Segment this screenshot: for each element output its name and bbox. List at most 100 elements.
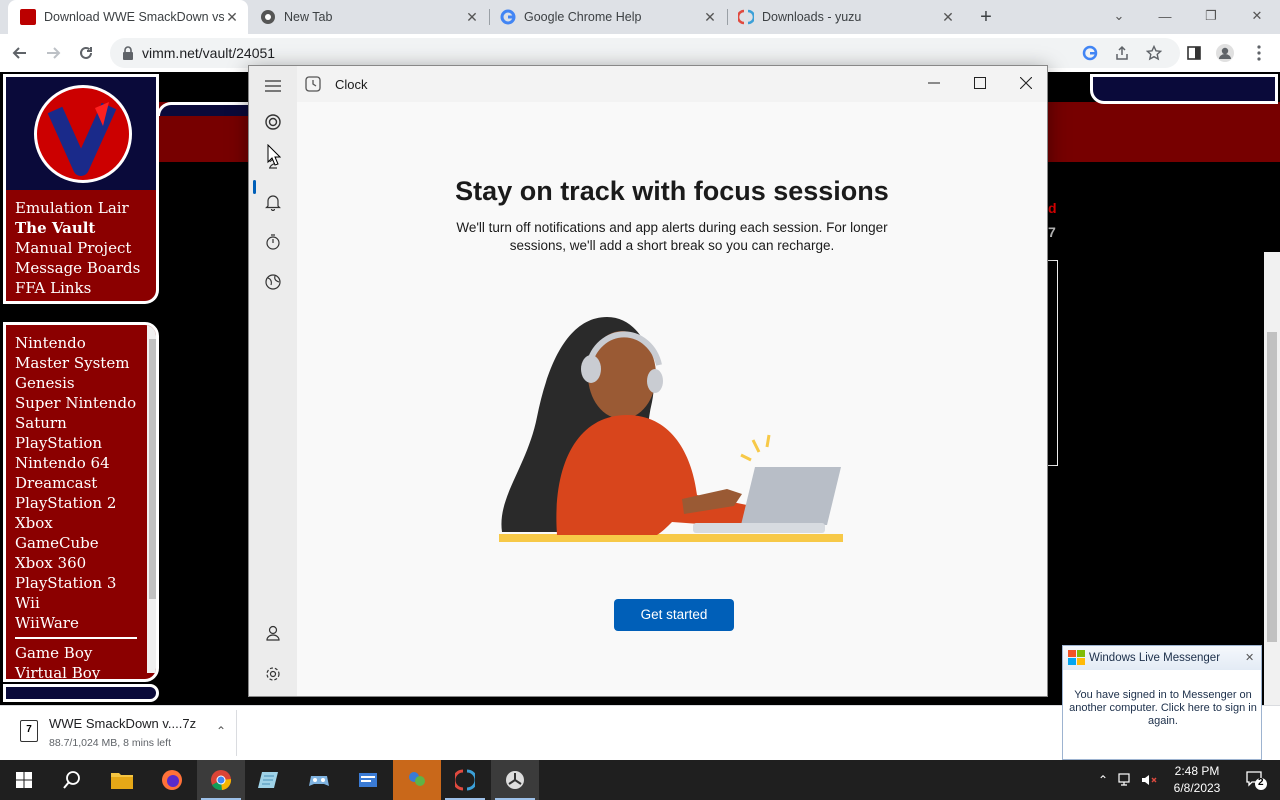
nav-link-ffa-links[interactable]: FFA Links	[15, 278, 156, 298]
clock-title-bar: Clock	[249, 66, 1047, 102]
system-link[interactable]: Genesis	[15, 373, 156, 393]
system-link[interactable]: GameCube	[15, 533, 156, 553]
scrollbar-thumb[interactable]	[149, 339, 156, 599]
yuzu-taskbar-icon[interactable]	[441, 760, 489, 800]
windows-live-logo-icon	[1068, 650, 1086, 666]
side-panel-icon[interactable]	[1184, 43, 1204, 63]
address-bar[interactable]: vimm.net/vault/24051	[110, 38, 1180, 68]
tab-smackdown[interactable]: Download WWE SmackDown vs. ✕	[8, 0, 248, 34]
tab-title: Google Chrome Help	[524, 10, 642, 24]
back-button[interactable]	[9, 42, 31, 64]
tab-title: New Tab	[284, 10, 333, 24]
scrollbar-thumb[interactable]	[1267, 332, 1277, 642]
clock-time: 2:48 PM	[1174, 764, 1220, 778]
close-tab-icon[interactable]: ✕	[224, 9, 240, 25]
search-icon[interactable]	[48, 760, 96, 800]
lock-icon[interactable]	[122, 46, 134, 60]
download-divider	[236, 710, 237, 756]
system-link[interactable]: Nintendo 64	[15, 453, 156, 473]
notepad-app-icon[interactable]	[245, 760, 293, 800]
file-explorer-icon[interactable]	[98, 760, 146, 800]
system-link[interactable]: Xbox	[15, 513, 156, 533]
new-tab-button[interactable]: +	[975, 7, 997, 29]
clock-close-button[interactable]	[1003, 66, 1049, 100]
share-icon[interactable]	[1112, 43, 1132, 63]
system-link[interactable]: Virtual Boy	[15, 663, 156, 679]
world-clock-icon[interactable]	[257, 266, 289, 298]
tab-new-tab[interactable]: New Tab ✕	[250, 0, 488, 34]
tab-search-icon[interactable]: ⌄	[1096, 0, 1142, 32]
volume-muted-icon[interactable]	[1141, 772, 1157, 788]
system-link[interactable]: Dreamcast	[15, 473, 156, 493]
account-icon[interactable]	[257, 617, 289, 649]
firefox-icon[interactable]	[148, 760, 196, 800]
close-window-button[interactable]: ✕	[1234, 0, 1280, 32]
profile-avatar[interactable]	[1215, 43, 1235, 63]
clock-maximize-button[interactable]	[957, 66, 1003, 100]
system-link[interactable]: PlayStation 3	[15, 573, 156, 593]
download-item[interactable]: 7 WWE SmackDown v....7z 88.7/1,024 MB, 8…	[10, 710, 236, 756]
nav-link-manual-project[interactable]: Manual Project	[15, 238, 156, 258]
nav-link-message-boards[interactable]: Message Boards	[15, 258, 156, 278]
messenger-taskbar-icon[interactable]	[393, 760, 441, 800]
page-scrollbar[interactable]	[1264, 252, 1280, 705]
download-filename: WWE SmackDown v....7z	[49, 716, 197, 731]
system-link[interactable]: Nintendo	[15, 333, 156, 353]
url-text: vimm.net/vault/24051	[142, 45, 276, 61]
system-link[interactable]: Master System	[15, 353, 156, 373]
nav-bottom-frame	[3, 684, 159, 702]
clock-minimize-button[interactable]	[911, 66, 957, 100]
messenger-message[interactable]: You have signed in to Messenger on anoth…	[1069, 689, 1257, 728]
start-button[interactable]	[0, 760, 48, 800]
clock-taskbar-icon[interactable]	[491, 760, 539, 800]
network-icon[interactable]	[1118, 772, 1134, 788]
page-grey-fragment: 7	[1048, 224, 1056, 240]
settings-gear-icon[interactable]	[257, 658, 289, 690]
system-link[interactable]: Wii	[15, 593, 156, 613]
focus-illustration	[497, 307, 847, 547]
selected-indicator	[253, 180, 256, 194]
header-right-frame	[1090, 74, 1278, 104]
minimize-button[interactable]: —	[1142, 0, 1188, 32]
system-link[interactable]: Game Boy	[15, 643, 156, 663]
close-icon[interactable]: ✕	[1245, 651, 1254, 664]
stopwatch-icon[interactable]	[257, 226, 289, 258]
show-hidden-icons-chevron-icon[interactable]: ⌃	[1095, 772, 1111, 788]
messenger-notification[interactable]: Windows Live Messenger ✕ You have signed…	[1062, 645, 1262, 760]
chevron-up-icon[interactable]: ⌃	[216, 724, 226, 738]
close-tab-icon[interactable]: ✕	[940, 9, 956, 25]
reload-button[interactable]	[75, 42, 97, 64]
system-link[interactable]: Saturn	[15, 413, 156, 433]
bookmark-star-icon[interactable]	[1144, 43, 1164, 63]
chrome-taskbar-icon[interactable]	[197, 760, 245, 800]
nav-link-emulation-lair[interactable]: Emulation Lair	[15, 198, 156, 218]
get-started-button[interactable]: Get started	[614, 599, 734, 631]
system-link[interactable]: PlayStation	[15, 433, 156, 453]
system-list: Nintendo Master System Genesis Super Nin…	[3, 322, 159, 682]
restore-button[interactable]: ❐	[1188, 0, 1234, 32]
game-controller-app-icon[interactable]	[295, 760, 343, 800]
clock-app-title: Clock	[335, 77, 368, 92]
focus-sessions-icon[interactable]	[257, 106, 289, 138]
system-link[interactable]: WiiWare	[15, 613, 156, 633]
close-tab-icon[interactable]: ✕	[464, 9, 480, 25]
system-list-scrollbar[interactable]	[147, 325, 156, 673]
vimm-logo[interactable]	[34, 85, 132, 183]
forward-button[interactable]	[42, 42, 64, 64]
close-tab-icon[interactable]: ✕	[702, 9, 718, 25]
nav-link-the-vault[interactable]: The Vault	[15, 218, 156, 238]
mouse-cursor-icon	[267, 144, 281, 166]
tab-downloads-yuzu[interactable]: Downloads - yuzu ✕	[728, 0, 964, 34]
system-clock[interactable]: 2:48 PM 6/8/2023	[1168, 763, 1226, 797]
google-translate-icon[interactable]	[1080, 43, 1100, 63]
tab-chrome-help[interactable]: Google Chrome Help ✕	[490, 0, 726, 34]
system-link[interactable]: Super Nintendo	[15, 393, 156, 413]
alarm-bell-icon[interactable]	[257, 186, 289, 218]
clock-date: 6/8/2023	[1173, 781, 1221, 795]
windows-explorer-app-icon[interactable]	[344, 760, 392, 800]
tab-strip: Download WWE SmackDown vs. ✕ New Tab ✕ G…	[0, 0, 1280, 34]
system-link[interactable]: Xbox 360	[15, 553, 156, 573]
chrome-menu-icon[interactable]	[1249, 43, 1269, 63]
notification-center-icon[interactable]: 2	[1236, 760, 1276, 800]
system-link[interactable]: PlayStation 2	[15, 493, 156, 513]
